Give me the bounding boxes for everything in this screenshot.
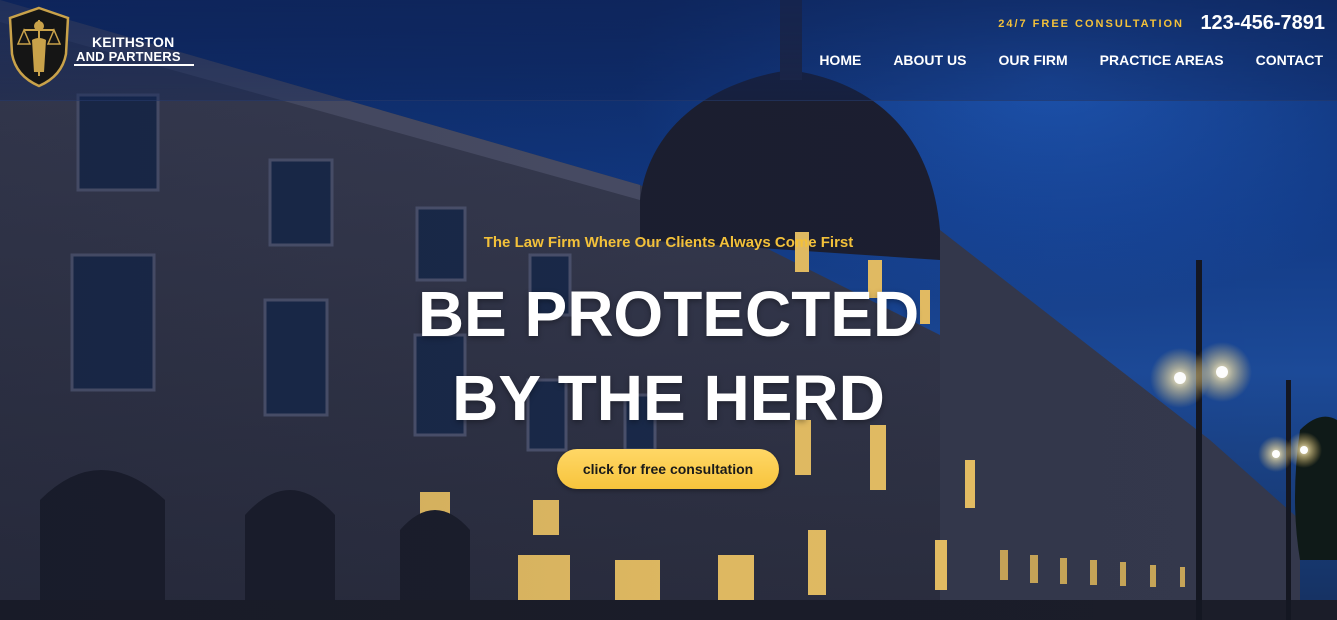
nav-item-practice-areas[interactable]: PRACTICE AREAS (1100, 52, 1224, 68)
phone-number[interactable]: 123-456-7891 (1200, 12, 1325, 35)
nav-item-our-firm[interactable]: OUR FIRM (998, 52, 1067, 68)
hero-tagline: The Law Firm Where Our Clients Always Co… (483, 234, 854, 251)
nav-item-home[interactable]: HOME (819, 52, 861, 68)
nav-item-about-us[interactable]: ABOUT US (893, 52, 966, 68)
hero-headline-line1: BE PROTECTED (417, 278, 920, 350)
nav-item-contact[interactable]: CONTACT (1256, 52, 1323, 68)
brand-logo[interactable]: KEITHSTON AND PARTNERS (6, 6, 196, 88)
hero-headline: BE PROTECTED BY THE HERD (0, 272, 1337, 440)
hero-section: KEITHSTON AND PARTNERS 24/7 FREE CONSULT… (0, 0, 1337, 620)
free-consultation-button[interactable]: click for free consultation (557, 449, 779, 489)
brand-underline (74, 64, 194, 66)
hero-headline-line2: BY THE HERD (452, 362, 885, 434)
consultation-label: 24/7 FREE CONSULTATION (998, 18, 1184, 30)
main-nav: HOME ABOUT US OUR FIRM PRACTICE AREAS CO… (819, 52, 1323, 68)
brand-name-line1: KEITHSTON (92, 34, 175, 50)
brand-name-line2: AND PARTNERS (76, 49, 181, 64)
site-header: KEITHSTON AND PARTNERS 24/7 FREE CONSULT… (0, 0, 1337, 101)
lady-justice-shield-icon (8, 6, 70, 88)
